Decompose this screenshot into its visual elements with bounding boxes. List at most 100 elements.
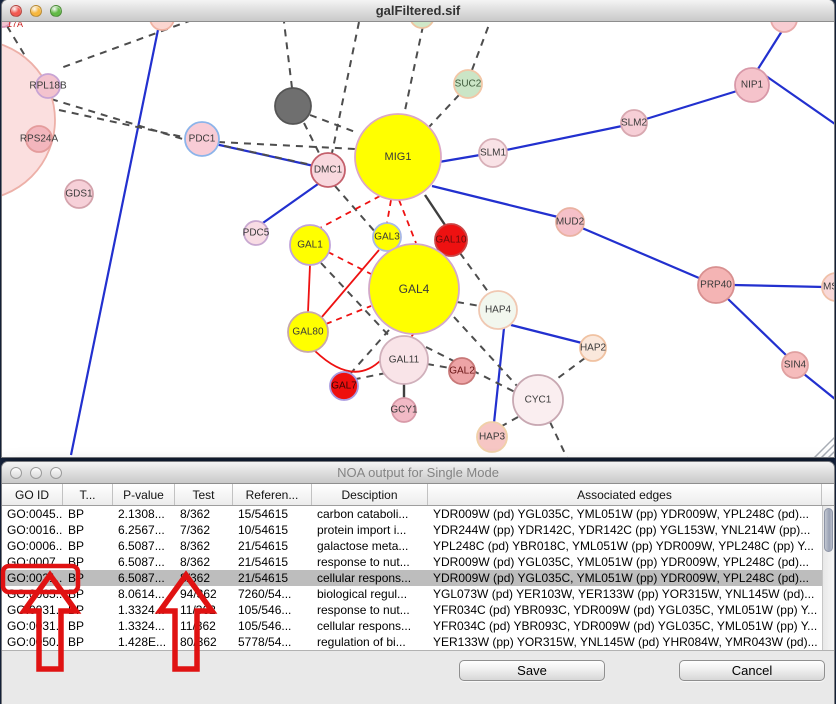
network-edge bbox=[582, 228, 699, 278]
table-header: GO IDT...P-valueTestReferen...Desciption… bbox=[2, 484, 834, 506]
node-MSL1[interactable]: MSL1 bbox=[822, 273, 834, 301]
network-edge bbox=[71, 22, 160, 455]
save-button[interactable]: Save bbox=[459, 660, 605, 681]
column-header-test[interactable]: Test bbox=[175, 484, 233, 505]
column-header-associated-edges[interactable]: Associated edges bbox=[428, 484, 822, 505]
network-titlebar[interactable]: galFiltered.sif bbox=[2, 0, 834, 22]
table-body: GO:0045...BP2.1308...8/36215/54615carbon… bbox=[2, 506, 822, 650]
table-row[interactable]: GO:0045...BP2.1308...8/36215/54615carbon… bbox=[2, 506, 822, 522]
node-HAP4[interactable]: HAP4 bbox=[479, 291, 517, 329]
node-GCY1[interactable]: GCY1 bbox=[390, 398, 418, 422]
table-row[interactable]: GO:0031...BP1.3324...11/362105/546...res… bbox=[2, 602, 822, 618]
network-edge bbox=[332, 22, 359, 153]
cell: BP bbox=[63, 506, 113, 522]
network-edge bbox=[821, 444, 834, 457]
cell: GO:0007... bbox=[2, 554, 63, 570]
node-label: RPL18B bbox=[29, 81, 67, 92]
node-label: CYC1 bbox=[525, 395, 552, 406]
cell: BP bbox=[63, 586, 113, 602]
cell: response to nut... bbox=[312, 602, 428, 618]
node-GAL11[interactable]: GAL11 bbox=[380, 336, 428, 384]
minimize-button[interactable] bbox=[30, 5, 42, 17]
cell: regulation of bi... bbox=[312, 634, 428, 650]
cell: 8/362 bbox=[175, 538, 233, 554]
node-SLM2[interactable]: SLM2 bbox=[621, 110, 648, 136]
node-GAL1[interactable]: GAL1 bbox=[290, 225, 330, 265]
table-row[interactable]: GO:0050...BP1.428E...80/3625778/54...reg… bbox=[2, 634, 822, 650]
cell: GO:0031... bbox=[2, 618, 63, 634]
column-header-t-[interactable]: T... bbox=[63, 484, 113, 505]
node-PDC1[interactable]: PDC1 bbox=[185, 122, 219, 156]
node-GAL4[interactable]: GAL4 bbox=[369, 244, 459, 334]
cell: 105/546... bbox=[233, 618, 312, 634]
cell: 1.3324... bbox=[113, 602, 175, 618]
node-CYC1[interactable]: CYC1 bbox=[513, 375, 563, 425]
node-HAP3[interactable]: HAP3 bbox=[477, 422, 507, 452]
node-label: GAL3 bbox=[374, 232, 400, 243]
network-edge bbox=[404, 26, 423, 115]
node-topright-pink-partial[interactable] bbox=[771, 22, 797, 32]
cell: 105/546... bbox=[233, 602, 312, 618]
cell: GO:0016... bbox=[2, 522, 63, 538]
cell: YDR009W (pd) YGL035C, YML051W (pp) YDR00… bbox=[428, 506, 822, 522]
zoom-button[interactable] bbox=[50, 5, 62, 17]
node-rpl-cluster-large[interactable] bbox=[2, 40, 55, 200]
cell: BP bbox=[63, 570, 113, 586]
table-row[interactable]: GO:0065...BP8.0614...94/3627260/54...bio… bbox=[2, 586, 822, 602]
cell: 10/54615 bbox=[233, 522, 312, 538]
minimize-button[interactable] bbox=[30, 467, 42, 479]
scrollbar-thumb[interactable] bbox=[824, 508, 833, 552]
noa-titlebar[interactable]: NOA output for Single Mode bbox=[2, 462, 834, 484]
cell: GO:0006... bbox=[2, 538, 63, 554]
zoom-button[interactable] bbox=[50, 467, 62, 479]
node-SLM1[interactable]: SLM1 bbox=[479, 139, 507, 167]
vertical-scrollbar[interactable] bbox=[822, 506, 834, 650]
network-canvas[interactable]: 17ARPL18BRPS24APDC1GDS1DMC1MIG1SUC2SLM1S… bbox=[2, 22, 834, 457]
cell: GO:0065... bbox=[2, 586, 63, 602]
cell: YDR009W (pd) YGL035C, YML051W (pp) YDR00… bbox=[428, 570, 822, 586]
network-edge bbox=[356, 373, 386, 379]
cancel-button[interactable]: Cancel bbox=[679, 660, 825, 681]
cell: YER133W (pp) YOR315W, YNL145W (pd) YHR08… bbox=[428, 634, 822, 650]
network-window: galFiltered.sif 17ARPL18BRPS24APDC1GDS1D… bbox=[2, 0, 834, 457]
node-NIP1[interactable]: NIP1 bbox=[735, 68, 769, 102]
node-GAL80[interactable]: GAL80 bbox=[288, 312, 328, 352]
table-row[interactable]: GO:0031...BP1.3324...11/362105/546...cel… bbox=[2, 618, 822, 634]
column-header-referen-[interactable]: Referen... bbox=[233, 484, 312, 505]
node-SIN4[interactable]: SIN4 bbox=[782, 352, 808, 378]
node-HAP2[interactable]: HAP2 bbox=[580, 335, 607, 361]
cell: BP bbox=[63, 602, 113, 618]
node-top-pink-partial[interactable] bbox=[150, 22, 174, 30]
node-unlabeled-gray[interactable] bbox=[275, 88, 311, 124]
network-edge bbox=[439, 155, 480, 162]
node-DMC1[interactable]: DMC1 bbox=[311, 153, 345, 187]
network-edge bbox=[460, 253, 489, 293]
network-edge bbox=[387, 200, 391, 223]
network-edge bbox=[733, 285, 824, 287]
table-row-selected[interactable]: GO:0031...BP6.5087...8/36221/54615cellul… bbox=[2, 570, 822, 586]
node-top-green-partial[interactable] bbox=[410, 22, 434, 28]
node-MUD2[interactable]: MUD2 bbox=[556, 208, 585, 236]
node-GAL2[interactable]: GAL2 bbox=[449, 358, 475, 384]
network-edge bbox=[58, 22, 192, 69]
node-SUC2[interactable]: SUC2 bbox=[454, 70, 482, 98]
network-edge bbox=[304, 123, 320, 155]
column-header-go-id[interactable]: GO ID bbox=[2, 484, 63, 505]
node-label: GCY1 bbox=[390, 405, 418, 416]
node-GDS1[interactable]: GDS1 bbox=[65, 180, 93, 208]
node-PRP40[interactable]: PRP40 bbox=[698, 267, 734, 303]
column-header-p-value[interactable]: P-value bbox=[113, 484, 175, 505]
node-PDC5[interactable]: PDC5 bbox=[243, 221, 270, 245]
node-MIG1[interactable]: MIG1 bbox=[355, 114, 441, 200]
node-GAL7[interactable]: GAL7 bbox=[330, 372, 358, 400]
table-row[interactable]: GO:0007...BP6.5087...8/36221/54615respon… bbox=[2, 554, 822, 570]
node-corner-17a[interactable]: 17A bbox=[2, 22, 23, 29]
column-header-desciption[interactable]: Desciption bbox=[312, 484, 428, 505]
table-row[interactable]: GO:0006...BP6.5087...8/36221/54615galact… bbox=[2, 538, 822, 554]
close-button[interactable] bbox=[10, 467, 22, 479]
node-label: SLM2 bbox=[621, 118, 648, 129]
network-edge bbox=[758, 31, 782, 69]
node-label: MIG1 bbox=[385, 151, 412, 163]
close-button[interactable] bbox=[10, 5, 22, 17]
table-row[interactable]: GO:0016...BP6.2567...7/36210/54615protei… bbox=[2, 522, 822, 538]
